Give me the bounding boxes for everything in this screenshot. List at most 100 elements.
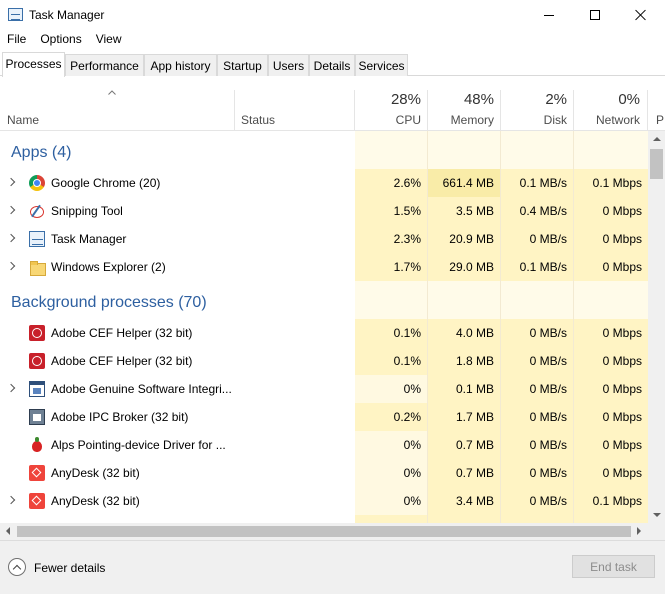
disk-cell: 0.1 MB/s xyxy=(501,169,573,197)
memory-cell: 0.7 MB xyxy=(428,431,500,459)
expand-chevron-icon[interactable] xyxy=(6,495,16,505)
memory-cell: 661.4 MB xyxy=(428,169,500,197)
column-memory-header[interactable]: Memory xyxy=(428,113,494,127)
cpu-cell: 1.5% xyxy=(355,197,427,225)
group-header-apps[interactable]: Apps (4) xyxy=(0,131,648,169)
memory-cell: 29.0 MB xyxy=(428,253,500,281)
expand-chevron-icon[interactable] xyxy=(6,261,16,271)
column-disk-header[interactable]: Disk xyxy=(501,113,567,127)
chevron-up-circle-icon[interactable] xyxy=(8,558,26,576)
cpu-cell: 0.1% xyxy=(355,347,427,375)
empty-cell xyxy=(428,131,500,169)
column-line xyxy=(427,131,428,523)
empty-cell xyxy=(428,281,500,319)
network-cell: 0.1 Mbps xyxy=(574,487,648,515)
process-row[interactable]: Windows Explorer (2) 1.7% 29.0 MB 0.1 MB… xyxy=(0,253,648,281)
menu-view[interactable]: View xyxy=(89,30,129,50)
menu-file[interactable]: File xyxy=(0,30,33,50)
network-cell: 0 Mbps xyxy=(574,431,648,459)
process-name: Adobe IPC Broker (32 bit) xyxy=(51,410,189,424)
group-label: Apps (4) xyxy=(11,144,72,161)
process-row[interactable]: AnyDesk (32 bit) 0% 0.7 MB 0 MB/s 0 Mbps xyxy=(0,459,648,487)
fewer-details-link[interactable]: Fewer details xyxy=(34,561,105,575)
disk-total-percent[interactable]: 2% xyxy=(501,91,567,108)
window-icon xyxy=(29,381,45,397)
column-cpu-header[interactable]: CPU xyxy=(355,113,421,127)
scrollbar-corner xyxy=(648,523,665,540)
column-divider[interactable] xyxy=(647,90,648,131)
scroll-down-icon[interactable] xyxy=(653,513,661,517)
tab-startup[interactable]: Startup xyxy=(217,54,268,76)
column-header: Name Status 28% CPU 48% Memory 2% Disk 0… xyxy=(0,76,665,131)
column-network-header[interactable]: Network xyxy=(574,113,640,127)
tab-services[interactable]: Services xyxy=(355,54,408,76)
snipping-tool-icon xyxy=(29,203,45,219)
process-row[interactable]: Snipping Tool 1.5% 3.5 MB 0.4 MB/s 0 Mbp… xyxy=(0,197,648,225)
memory-total-percent[interactable]: 48% xyxy=(428,91,494,108)
tab-bar: Processes Performance App history Startu… xyxy=(0,52,665,77)
process-name: Adobe CEF Helper (32 bit) xyxy=(51,326,193,340)
end-task-button[interactable]: End task xyxy=(572,555,655,578)
expand-chevron-icon[interactable] xyxy=(6,383,16,393)
expand-chevron-icon[interactable] xyxy=(6,177,16,187)
sort-ascending-icon xyxy=(108,90,116,95)
column-status-header[interactable]: Status xyxy=(241,113,275,127)
process-row[interactable]: Adobe CEF Helper (32 bit) 0.1% 4.0 MB 0 … xyxy=(0,319,648,347)
process-row[interactable]: Task Manager 2.3% 20.9 MB 0 MB/s 0 Mbps xyxy=(0,225,648,253)
process-name: Task Manager xyxy=(51,232,127,246)
maximize-button[interactable] xyxy=(572,0,618,30)
network-cell: 0 Mbps xyxy=(574,197,648,225)
column-line xyxy=(500,131,501,523)
anydesk-icon xyxy=(29,493,45,509)
disk-cell: 0 MB/s xyxy=(501,319,573,347)
network-cell: 0 Mbps xyxy=(574,347,648,375)
scroll-left-icon[interactable] xyxy=(6,527,10,535)
process-row[interactable]: Google Chrome (20) 2.6% 661.4 MB 0.1 MB/… xyxy=(0,169,648,197)
close-icon xyxy=(635,9,647,21)
memory-cell: 3.4 MB xyxy=(428,487,500,515)
empty-cell xyxy=(355,515,427,523)
scroll-up-icon[interactable] xyxy=(653,137,661,141)
network-cell: 0.1 Mbps xyxy=(574,169,648,197)
memory-cell: 3.5 MB xyxy=(428,197,500,225)
disk-cell: 0 MB/s xyxy=(501,225,573,253)
cpu-cell: 2.6% xyxy=(355,169,427,197)
scroll-thumb[interactable] xyxy=(17,526,631,537)
process-row-partial[interactable] xyxy=(0,515,648,523)
group-header-background[interactable]: Background processes (70) xyxy=(0,281,648,319)
minimize-button[interactable] xyxy=(526,0,572,30)
process-name: AnyDesk (32 bit) xyxy=(51,494,140,508)
cpu-cell: 0.2% xyxy=(355,403,427,431)
process-row[interactable]: Adobe IPC Broker (32 bit) 0.2% 1.7 MB 0 … xyxy=(0,403,648,431)
tab-users[interactable]: Users xyxy=(268,54,309,76)
process-list: Apps (4) Google Chrome (20) 2.6% 661.4 M… xyxy=(0,131,648,523)
process-row[interactable]: Adobe Genuine Software Integri... 0% 0.1… xyxy=(0,375,648,403)
empty-cell xyxy=(355,281,427,319)
scroll-thumb[interactable] xyxy=(650,149,663,179)
column-divider[interactable] xyxy=(234,90,235,131)
column-name-header[interactable]: Name xyxy=(7,113,39,127)
process-row[interactable]: Adobe CEF Helper (32 bit) 0.1% 1.8 MB 0 … xyxy=(0,347,648,375)
expand-chevron-icon[interactable] xyxy=(6,205,16,215)
scroll-right-icon[interactable] xyxy=(637,527,641,535)
tab-details[interactable]: Details xyxy=(309,54,355,76)
column-power-header[interactable]: P xyxy=(656,113,664,127)
menu-options[interactable]: Options xyxy=(33,30,88,50)
expand-chevron-icon[interactable] xyxy=(6,233,16,243)
memory-cell: 0.7 MB xyxy=(428,459,500,487)
cpu-cell: 1.7% xyxy=(355,253,427,281)
alps-icon xyxy=(29,437,45,453)
vertical-scrollbar[interactable] xyxy=(648,131,665,523)
process-name: Snipping Tool xyxy=(51,204,123,218)
close-button[interactable] xyxy=(618,0,664,30)
process-row[interactable]: Alps Pointing-device Driver for ... 0% 0… xyxy=(0,431,648,459)
empty-cell xyxy=(355,131,427,169)
tab-performance[interactable]: Performance xyxy=(65,54,144,76)
horizontal-scrollbar[interactable] xyxy=(0,523,648,540)
tab-app-history[interactable]: App history xyxy=(144,54,217,76)
tab-processes[interactable]: Processes xyxy=(2,52,65,77)
process-row[interactable]: AnyDesk (32 bit) 0% 3.4 MB 0 MB/s 0.1 Mb… xyxy=(0,487,648,515)
cpu-cell: 0% xyxy=(355,459,427,487)
network-total-percent[interactable]: 0% xyxy=(574,91,640,108)
cpu-total-percent[interactable]: 28% xyxy=(355,91,421,108)
